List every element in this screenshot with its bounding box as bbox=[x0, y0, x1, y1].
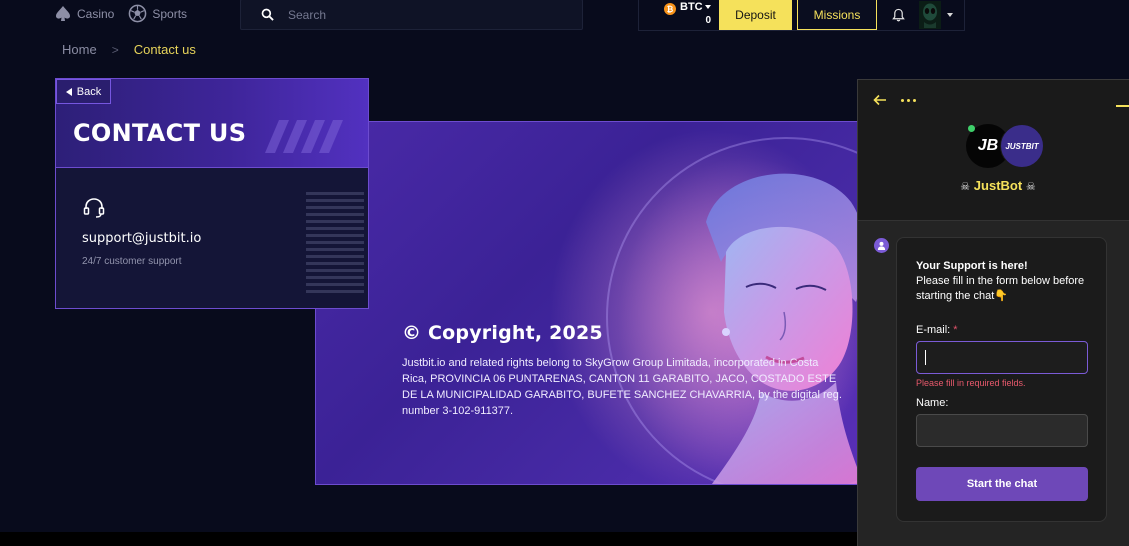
missions-button[interactable]: Missions bbox=[797, 0, 877, 30]
alien-avatar-icon bbox=[923, 3, 937, 28]
bot-avatar-secondary: JUSTBIT bbox=[1000, 124, 1044, 168]
bell-icon bbox=[891, 8, 905, 21]
required-mark: * bbox=[953, 324, 958, 336]
start-chat-button[interactable]: Start the chat bbox=[916, 467, 1088, 501]
wallet-selector[interactable]: ₿ BTC 0 bbox=[639, 0, 719, 30]
decorative-lines bbox=[306, 192, 364, 297]
back-label: Back bbox=[76, 85, 102, 98]
user-icon bbox=[877, 241, 886, 250]
email-label: E-mail: * bbox=[916, 324, 958, 336]
arrow-left-icon[interactable] bbox=[873, 94, 887, 106]
more-options-icon[interactable] bbox=[901, 99, 916, 102]
spade-icon bbox=[56, 5, 70, 21]
support-email[interactable]: support@justbit.io bbox=[82, 231, 201, 246]
wallet-balance: 0 bbox=[705, 15, 711, 26]
bot-name: ☠ JustBot ☠ bbox=[858, 178, 1129, 193]
skull-icon: ☠ bbox=[960, 181, 971, 193]
page-title: CONTACT US bbox=[73, 119, 247, 147]
minimize-icon[interactable] bbox=[1116, 105, 1129, 107]
online-status-dot bbox=[968, 125, 975, 132]
account-bar: ₿ BTC 0 Deposit Missions bbox=[638, 0, 965, 31]
breadcrumb-current: Contact us bbox=[133, 42, 196, 57]
chevron-down-icon bbox=[705, 5, 711, 9]
email-label-text: E-mail: bbox=[916, 324, 951, 336]
breadcrumb-home[interactable]: Home bbox=[62, 42, 97, 57]
pre-chat-form: Your Support is here! Please fill in the… bbox=[896, 237, 1107, 522]
soccer-ball-icon bbox=[129, 4, 147, 23]
wallet-currency: BTC bbox=[680, 1, 703, 13]
contact-card-body: support@justbit.io 24/7 customer support bbox=[56, 168, 368, 308]
bot-message-icon bbox=[874, 238, 889, 253]
avatar bbox=[919, 0, 941, 29]
text-cursor bbox=[925, 350, 926, 365]
nav-sports[interactable]: Sports bbox=[128, 4, 187, 23]
breadcrumb: Home > Contact us bbox=[62, 42, 196, 57]
decorative-stripes bbox=[265, 120, 343, 153]
woman-portrait-image bbox=[706, 173, 859, 484]
name-field[interactable] bbox=[916, 414, 1088, 447]
welcome-title: Your Support is here! bbox=[916, 260, 1028, 272]
welcome-body: Please fill in the form below before sta… bbox=[916, 275, 1085, 302]
back-button[interactable]: Back bbox=[56, 79, 111, 104]
nav-casino[interactable]: Casino bbox=[54, 5, 114, 23]
contact-card-header: Back CONTACT US bbox=[56, 79, 368, 168]
footer-edge bbox=[0, 532, 857, 546]
contact-card: Back CONTACT US support@justbit.io 24/7 … bbox=[55, 78, 369, 309]
email-field[interactable] bbox=[916, 341, 1088, 374]
search-bar bbox=[240, 0, 583, 30]
nav-sports-label: Sports bbox=[152, 6, 188, 21]
chevron-down-icon bbox=[947, 12, 953, 17]
copyright-banner: © Copyright, 2025 Justbit.io and related… bbox=[315, 121, 860, 485]
deposit-button[interactable]: Deposit bbox=[719, 0, 792, 30]
nav-casino-label: Casino bbox=[77, 6, 115, 21]
search-input[interactable] bbox=[288, 7, 548, 22]
support-hours: 24/7 customer support bbox=[82, 256, 182, 267]
chat-header: JB JUSTBIT ☠ JustBot ☠ bbox=[858, 80, 1129, 221]
skull-icon: ☠ bbox=[1025, 181, 1036, 193]
email-error: Please fill in required fields. bbox=[916, 378, 1026, 388]
bitcoin-icon: ₿ bbox=[664, 3, 676, 15]
back-arrow-icon bbox=[65, 87, 72, 96]
copyright-text: Justbit.io and related rights belong to … bbox=[402, 357, 842, 417]
search-icon bbox=[261, 8, 274, 21]
notifications-button[interactable] bbox=[877, 0, 919, 30]
bot-name-label: JustBot bbox=[973, 178, 1023, 193]
name-label: Name: bbox=[916, 397, 949, 409]
user-menu[interactable] bbox=[919, 0, 953, 30]
support-chat-panel: JB JUSTBIT ☠ JustBot ☠ Your Support is h… bbox=[857, 79, 1129, 546]
headset-icon bbox=[83, 198, 105, 218]
top-nav: Casino Sports bbox=[54, 4, 187, 23]
welcome-message: Your Support is here! Please fill in the… bbox=[916, 259, 1096, 304]
copyright-title: © Copyright, 2025 bbox=[402, 322, 603, 344]
breadcrumb-separator: > bbox=[111, 42, 119, 57]
